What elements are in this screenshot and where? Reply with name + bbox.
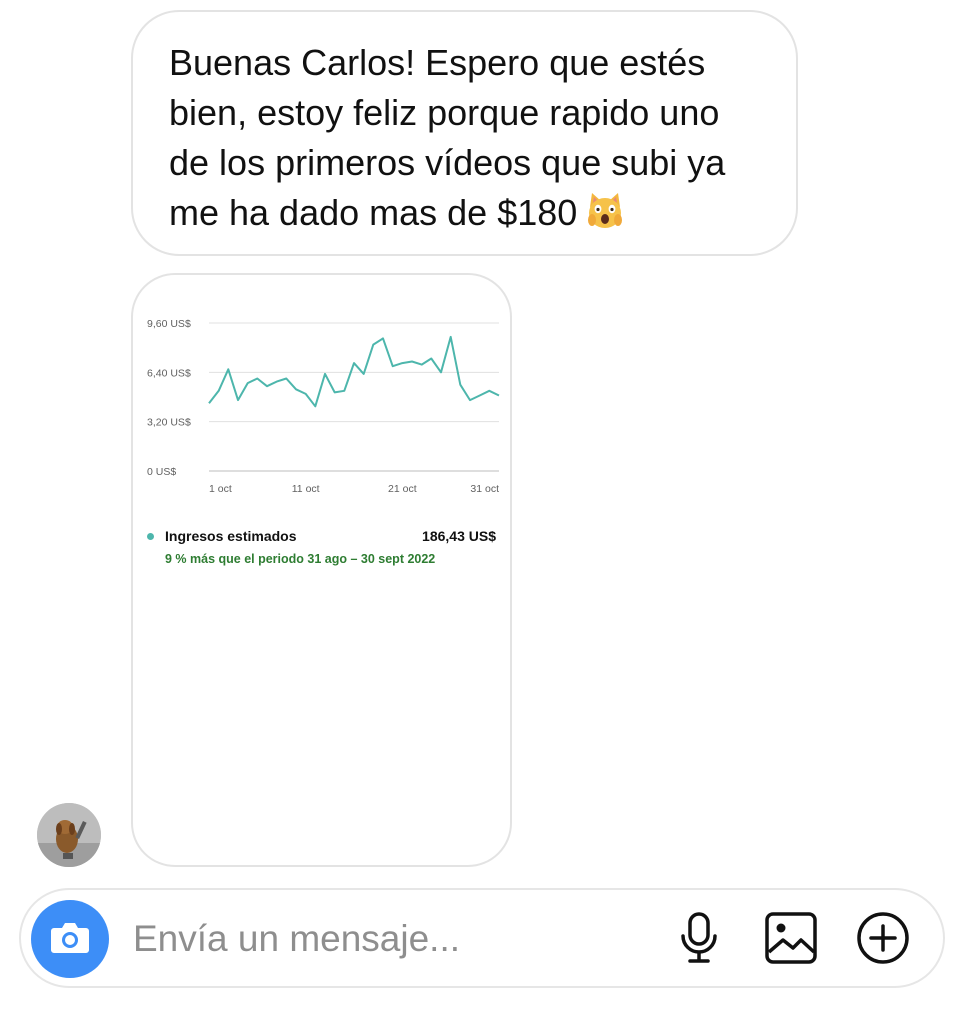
series-legend-dot — [147, 533, 154, 540]
avatar[interactable] — [37, 803, 101, 867]
more-options-button[interactable] — [855, 911, 911, 970]
avatar-dog-image — [37, 803, 101, 867]
message-composer — [19, 888, 945, 988]
microphone-icon — [679, 911, 719, 969]
message-bubble[interactable]: Buenas Carlos! Espero que estés bien, es… — [131, 10, 798, 256]
x-tick-label: 1 oct — [209, 483, 232, 495]
message-line-1: Buenas Carlos! Espero que estés — [169, 42, 706, 83]
x-tick-label: 31 oct — [470, 483, 499, 495]
x-tick-label: 21 oct — [388, 483, 417, 495]
x-tick-label: 11 oct — [292, 483, 320, 495]
summary-value: 186,43 US$ — [422, 528, 496, 544]
gallery-button[interactable] — [763, 911, 819, 969]
earnings-series-line — [208, 335, 500, 408]
camera-button[interactable] — [31, 900, 109, 978]
screaming-cat-emoji — [585, 191, 625, 231]
summary-label: Ingresos estimados — [165, 528, 297, 544]
image-attachment-bubble[interactable]: 0 US$ 3,20 US$ 6,40 US$ 9,60 US$ 1 oct 11 oct… — [131, 273, 512, 867]
y-tick-label: 9,60 US$ — [147, 318, 191, 330]
message-input[interactable] — [131, 912, 655, 966]
comparison-text: 9 % más que el periodo 31 ago – 30 sept … — [165, 552, 436, 566]
y-tick-label: 6,40 US$ — [147, 367, 191, 379]
message-line-4-text: me ha dado mas de $180 — [169, 192, 578, 233]
earnings-line-chart: 0 US$ 3,20 US$ 6,40 US$ 9,60 US$ 1 oct 11 oct… — [147, 318, 500, 495]
message-line-2: bien, estoy feliz porque rapido uno — [169, 92, 720, 133]
image-icon — [765, 911, 817, 969]
message-line-4: me ha dado mas de $180 — [169, 188, 760, 238]
y-tick-label: 3,20 US$ — [147, 417, 191, 429]
plus-circle-icon — [856, 911, 910, 970]
message-line-3: de los primeros vídeos que subi ya — [169, 142, 726, 183]
camera-icon — [50, 920, 90, 959]
y-tick-label: 0 US$ — [147, 466, 176, 478]
voice-message-button[interactable] — [671, 911, 727, 969]
